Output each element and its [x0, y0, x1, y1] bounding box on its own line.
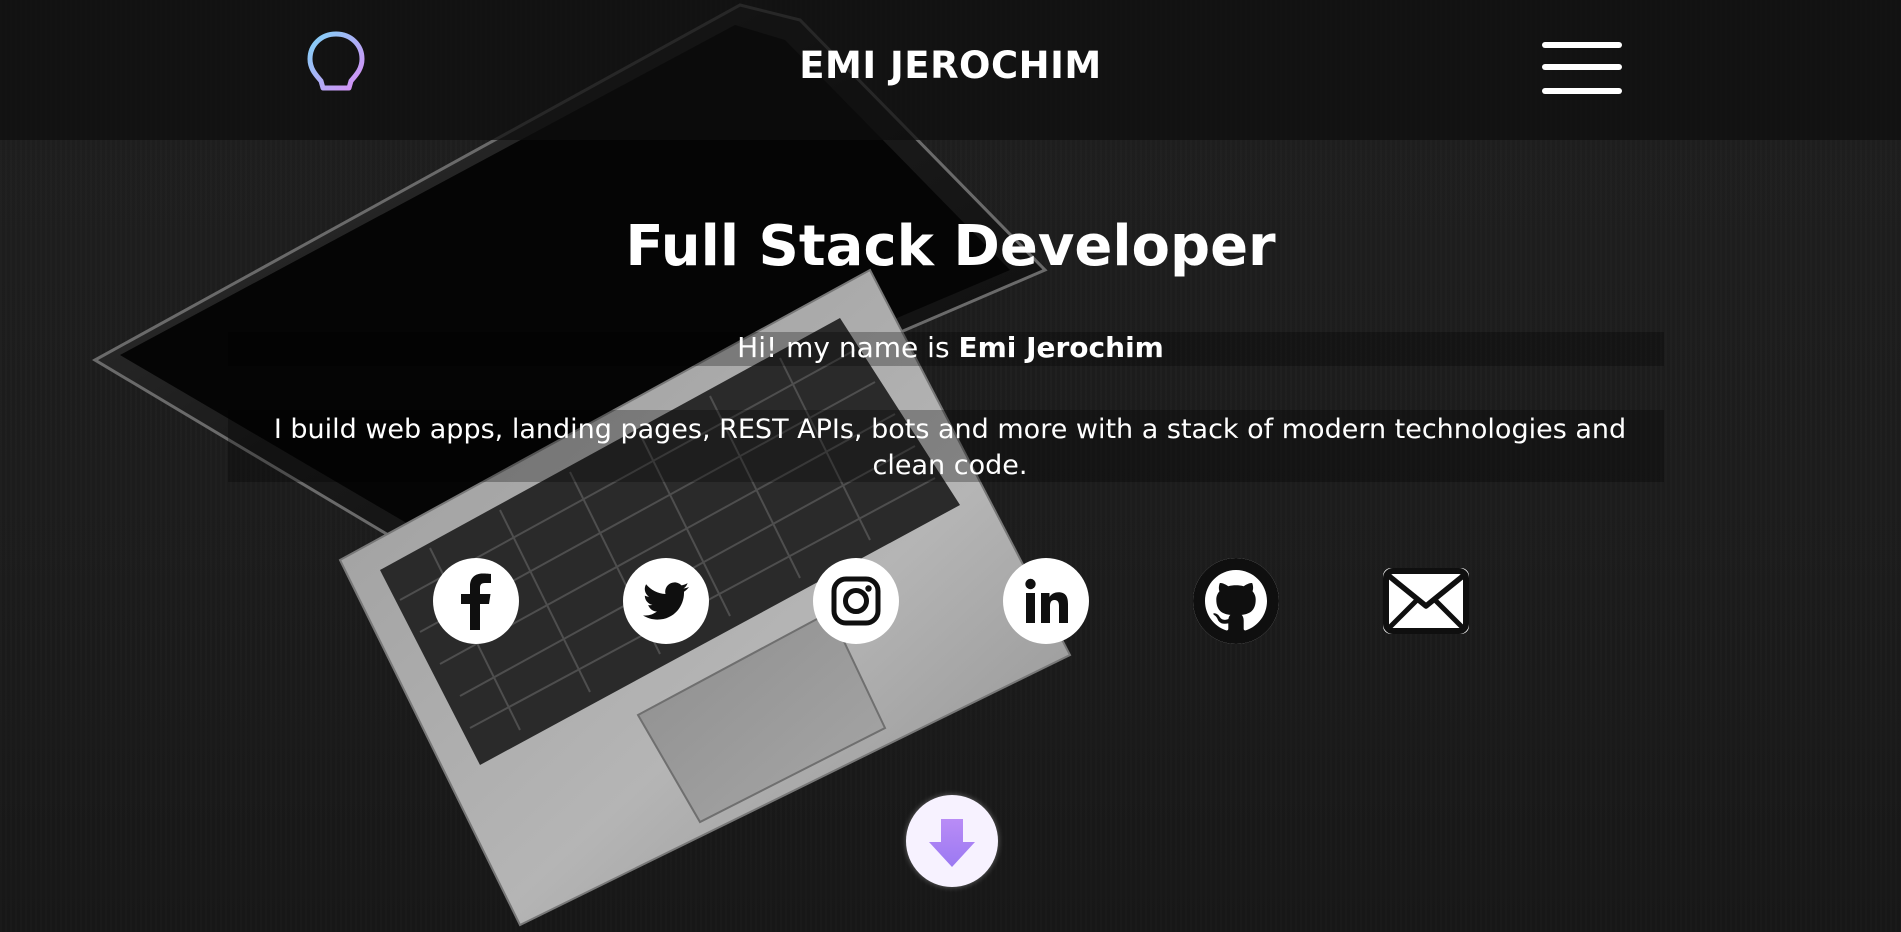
hero-description: I build web apps, landing pages, REST AP…	[273, 414, 1627, 481]
page: EMI JEROCHIM Full Stack Developer Hi! my…	[0, 0, 1901, 932]
scroll-down-button[interactable]	[906, 795, 998, 887]
linkedin-icon	[1025, 578, 1068, 623]
menu-bar	[1542, 42, 1622, 48]
twitter-icon	[643, 582, 689, 620]
hero-intro: Hi! my name is Emi Jerochim	[0, 331, 1901, 364]
arrow-down-icon	[929, 819, 975, 867]
linkedin-link[interactable]	[1003, 558, 1089, 644]
github-link[interactable]	[1193, 558, 1279, 644]
instagram-icon	[831, 576, 881, 626]
intro-name: Emi Jerochim	[958, 331, 1164, 364]
email-link[interactable]	[1383, 568, 1469, 634]
github-icon	[1193, 558, 1279, 644]
menu-bar	[1542, 64, 1622, 70]
instagram-link[interactable]	[813, 558, 899, 644]
hero-title: Full Stack Developer	[625, 214, 1276, 279]
site-header: EMI JEROCHIM	[0, 0, 1901, 140]
hamburger-menu-icon[interactable]	[1542, 38, 1622, 100]
email-icon	[1383, 568, 1469, 634]
intro-prefix: Hi! my name is	[737, 331, 959, 364]
facebook-link[interactable]	[433, 558, 519, 644]
facebook-icon	[461, 573, 491, 630]
twitter-link[interactable]	[623, 558, 709, 644]
menu-bar	[1542, 88, 1622, 94]
